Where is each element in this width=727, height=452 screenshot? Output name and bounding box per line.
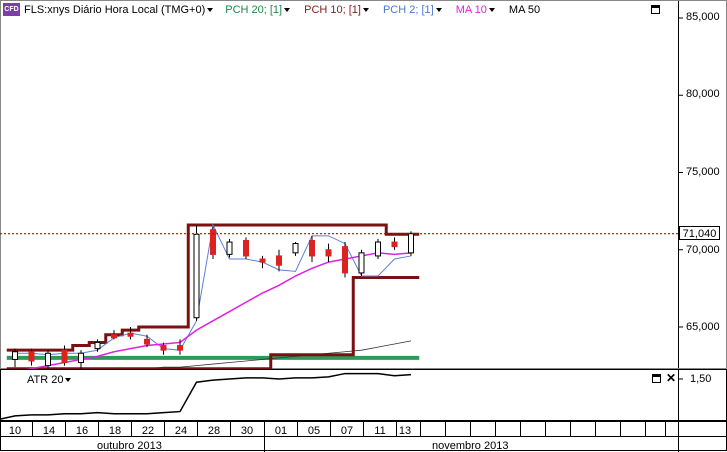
candle-body xyxy=(375,241,381,257)
candle-body xyxy=(127,332,134,337)
chevron-down-icon xyxy=(362,8,369,13)
candle-body xyxy=(28,351,35,362)
candle-body xyxy=(78,352,84,364)
atr-axis-label: 1,50 xyxy=(690,373,712,385)
atr-indicator-selector[interactable]: ATR 20 xyxy=(27,374,72,386)
candle-body xyxy=(144,338,150,345)
symbol-selector[interactable]: FLS:xnys Diário Hora Local (TMG+0) xyxy=(24,3,214,17)
candle-body xyxy=(193,233,200,319)
date-label: 10 xyxy=(8,425,22,437)
date-label: 14 xyxy=(42,425,56,437)
symbol-label: FLS:xnys Diário Hora Local (TMG+0) xyxy=(24,4,206,16)
close-icon[interactable]: ✕ xyxy=(666,372,676,384)
price-axis-label: 85,000 xyxy=(686,11,720,23)
indicator-pch20[interactable]: PCH 20; [1] xyxy=(225,3,291,17)
candle-body xyxy=(259,258,266,263)
candle-body xyxy=(325,249,332,257)
date-label: 18 xyxy=(108,425,122,437)
maximize-panel-icon[interactable] xyxy=(652,374,661,383)
candle-body xyxy=(408,233,414,254)
price-axis-label: 65,000 xyxy=(686,321,720,333)
atr-panel[interactable] xyxy=(0,369,727,421)
candle-body xyxy=(292,243,299,254)
plot-area xyxy=(6,223,420,369)
chevron-down-icon xyxy=(65,378,72,383)
candle-body xyxy=(276,255,282,266)
date-label: 22 xyxy=(141,425,155,437)
chart-legend: FLS:xnys Diário Hora Local (TMG+0) PCH 2… xyxy=(24,3,554,17)
date-label: 24 xyxy=(174,425,188,437)
indicator-pch10[interactable]: PCH 10; [1] xyxy=(304,3,369,17)
candle-body xyxy=(177,345,183,351)
date-label: 05 xyxy=(307,425,321,437)
candle-body xyxy=(309,239,315,257)
date-label: 16 xyxy=(75,425,89,437)
candle-body xyxy=(243,239,249,257)
candle-body xyxy=(226,241,233,255)
date-label: 28 xyxy=(207,425,221,437)
price-axis-label: 70,000 xyxy=(686,244,720,256)
candle-body xyxy=(342,246,348,274)
maximize-panel-icon[interactable] xyxy=(651,5,660,14)
candle-body xyxy=(111,334,117,339)
chevron-down-icon xyxy=(284,8,291,13)
indicator-label: PCH 2; [1] xyxy=(382,4,434,16)
price-axis-label: 75,000 xyxy=(686,166,720,178)
candle-body xyxy=(358,252,365,274)
chevron-down-icon xyxy=(488,8,495,13)
pch10-lower-line xyxy=(6,276,420,369)
price-chart[interactable] xyxy=(0,0,727,369)
candle-body xyxy=(45,352,51,367)
candle-body xyxy=(12,351,18,360)
candle-body xyxy=(94,341,101,350)
atr-label: ATR 20 xyxy=(27,374,64,386)
price-axis-label: 80,000 xyxy=(686,88,720,100)
month-label: novembro 2013 xyxy=(432,440,509,452)
indicator-ma50[interactable]: MA 50 xyxy=(509,3,540,17)
cfd-badge: CFD xyxy=(3,3,20,16)
date-label: 30 xyxy=(240,425,254,437)
indicator-label: PCH 10; [1] xyxy=(304,4,361,16)
ma10-line xyxy=(25,252,412,369)
indicator-ma10[interactable]: MA 10 xyxy=(456,3,495,17)
month-label: outubro 2013 xyxy=(97,440,162,452)
chart-frame xyxy=(0,0,727,369)
indicator-label: MA 50 xyxy=(508,4,541,16)
indicator-label: MA 10 xyxy=(455,4,487,16)
candle-body xyxy=(61,349,68,364)
date-label: 01 xyxy=(274,425,288,437)
current-price-tag: 71,040 xyxy=(679,226,720,240)
chevron-down-icon xyxy=(207,8,214,13)
indicator-label: PCH 20; [1] xyxy=(225,4,283,16)
indicator-pch2[interactable]: PCH 2; [1] xyxy=(383,3,442,17)
chevron-down-icon xyxy=(435,8,442,13)
candle-body xyxy=(160,345,167,351)
date-label: 13 xyxy=(398,425,412,437)
date-label: 07 xyxy=(340,425,354,437)
candle-body xyxy=(391,241,398,248)
